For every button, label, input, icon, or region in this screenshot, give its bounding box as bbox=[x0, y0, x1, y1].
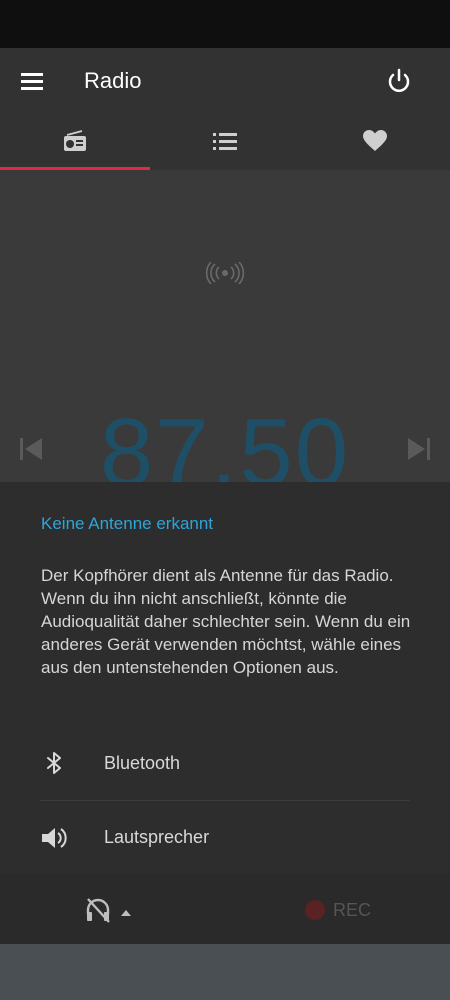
heart-icon bbox=[363, 129, 387, 157]
bluetooth-icon bbox=[40, 750, 68, 778]
system-navigation-bar bbox=[0, 944, 450, 1000]
app-title: Radio bbox=[84, 68, 142, 93]
signal-icon bbox=[201, 261, 249, 285]
record-button[interactable]: REC bbox=[305, 896, 371, 924]
sheet-message: Der Kopfhörer dient als Antenne für das … bbox=[41, 566, 411, 677]
power-icon[interactable] bbox=[384, 66, 414, 96]
tab-radio[interactable] bbox=[0, 116, 150, 170]
list-icon bbox=[213, 132, 237, 155]
bottom-bar: REC bbox=[0, 874, 450, 944]
record-icon bbox=[305, 900, 325, 920]
speaker-label: Lautsprecher bbox=[104, 827, 210, 847]
headphones-off-button[interactable] bbox=[84, 896, 140, 924]
radio-icon bbox=[63, 129, 87, 157]
bluetooth-label: Bluetooth bbox=[104, 753, 181, 773]
next-station-icon[interactable] bbox=[406, 436, 432, 462]
tab-favorites[interactable] bbox=[300, 116, 450, 170]
no-antenna-sheet: Keine Antenne erkannt Der Kopfhörer dien… bbox=[0, 482, 450, 874]
bluetooth-option[interactable]: Bluetooth bbox=[0, 726, 450, 800]
speaker-icon bbox=[40, 824, 68, 852]
sheet-title: Keine Antenne erkannt bbox=[41, 514, 214, 533]
expand-up-icon bbox=[120, 905, 132, 923]
status-bar bbox=[0, 0, 450, 48]
tuner-panel: 87.50 bbox=[0, 170, 450, 482]
speaker-option[interactable]: Lautsprecher bbox=[0, 800, 450, 874]
tab-bar bbox=[0, 116, 450, 170]
menu-icon[interactable] bbox=[18, 68, 48, 96]
app-bar: Radio bbox=[0, 48, 450, 116]
record-label: REC bbox=[333, 899, 372, 920]
frequency-display: 87.50 bbox=[99, 399, 351, 482]
tab-list[interactable] bbox=[150, 116, 300, 170]
